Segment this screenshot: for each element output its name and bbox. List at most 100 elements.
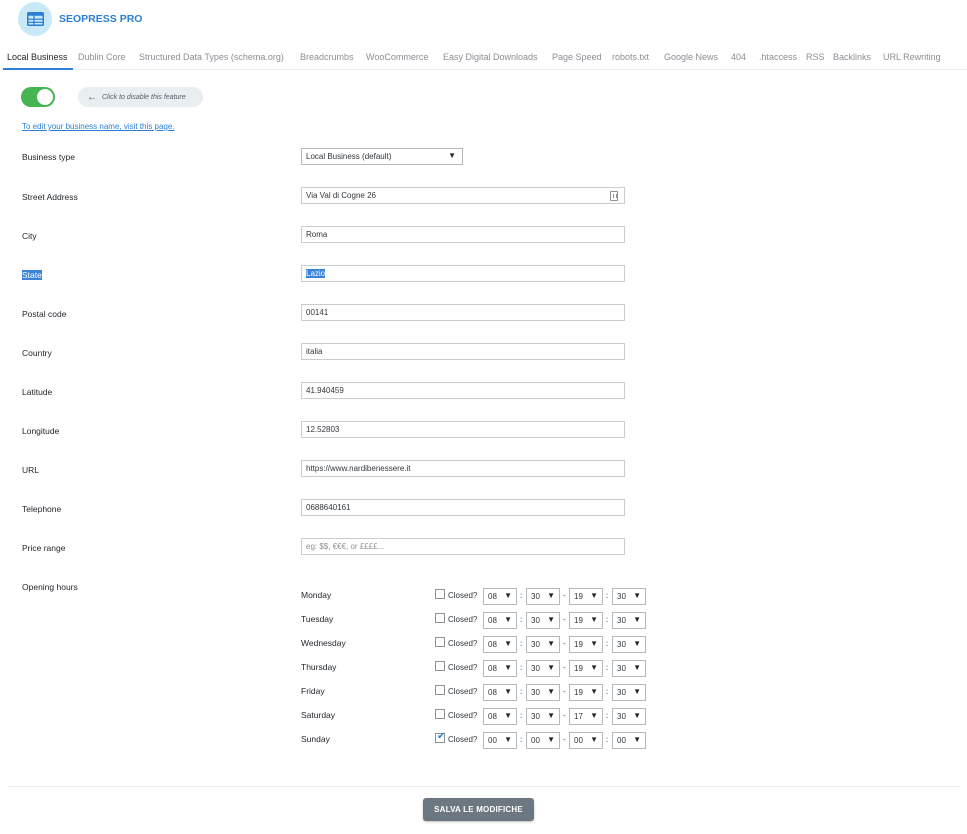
open-minute-select[interactable]: 30 ▼ (526, 684, 560, 701)
tab-404[interactable]: 404 (731, 52, 746, 62)
close-hour-select[interactable]: 19 ▼ (569, 588, 603, 605)
tab-url-rewriting[interactable]: URL Rewriting (883, 52, 941, 62)
close-minute-select[interactable]: 30 ▼ (612, 708, 646, 725)
country-input[interactable]: italia (301, 343, 625, 360)
open-hour-select[interactable]: 00 ▼ (483, 732, 517, 749)
postal-code-input[interactable]: 00141 (301, 304, 625, 321)
open-minute-select[interactable]: 30 ▼ (526, 636, 560, 653)
latitude-value: 41.940459 (306, 386, 344, 395)
range-dash: - (563, 687, 566, 696)
close-minute-select[interactable]: 30 ▼ (612, 588, 646, 605)
tab-page-speed[interactable]: Page Speed (552, 52, 602, 62)
time-value: 08 (488, 616, 497, 625)
tab-local-business[interactable]: Local Business (7, 52, 68, 62)
disable-hint-text: Click to disable this feature (102, 93, 186, 101)
close-minute-select[interactable]: 30 ▼ (612, 612, 646, 629)
closed-checkbox[interactable] (435, 589, 445, 599)
closed-checkbox[interactable] (435, 685, 445, 695)
latitude-input[interactable]: 41.940459 (301, 382, 625, 399)
caret-down-icon: ▼ (590, 735, 598, 744)
close-hour-select[interactable]: 17 ▼ (569, 708, 603, 725)
url-input[interactable]: https://www.nardibenessere.it (301, 460, 625, 477)
save-changes-button[interactable]: SALVA LE MODIFICHE (423, 798, 534, 821)
close-hour-select[interactable]: 19 ▼ (569, 612, 603, 629)
open-minute-select[interactable]: 30 ▼ (526, 588, 560, 605)
feature-toggle[interactable] (21, 87, 55, 107)
open-minute-select[interactable]: 30 ▼ (526, 612, 560, 629)
closed-checkbox[interactable] (435, 709, 445, 719)
time-separator: : (606, 639, 609, 648)
close-minute-select[interactable]: 00 ▼ (612, 732, 646, 749)
close-hour-select[interactable]: 00 ▼ (569, 732, 603, 749)
tab-breadcrumbs[interactable]: Breadcrumbs (300, 52, 354, 62)
open-hour-select[interactable]: 08 ▼ (483, 636, 517, 653)
time-value: 19 (574, 640, 583, 649)
state-input[interactable]: Lazio (301, 265, 625, 282)
open-minute-select[interactable]: 00 ▼ (526, 732, 560, 749)
business-type-select[interactable]: Local Business (default) ▼ (301, 148, 463, 165)
day-label: Friday (301, 686, 325, 696)
time-separator: : (520, 591, 523, 600)
closed-label: Closed? (448, 615, 478, 624)
closed-checkbox[interactable] (435, 661, 445, 671)
closed-checkbox[interactable] (435, 613, 445, 623)
tab-htaccess[interactable]: .htaccess (759, 52, 797, 62)
caret-down-icon: ▼ (547, 735, 555, 744)
closed-checkbox[interactable]: ✔ (435, 731, 445, 743)
telephone-input[interactable]: 0688640161 (301, 499, 625, 516)
time-value: 00 (488, 736, 497, 745)
time-separator: : (520, 663, 523, 672)
close-hour-select[interactable]: 19 ▼ (569, 684, 603, 701)
tab-rss[interactable]: RSS (806, 52, 825, 62)
tab-structured-data-types[interactable]: Structured Data Types (schema.org) (139, 52, 284, 62)
open-hour-select[interactable]: 08 ▼ (483, 660, 517, 677)
open-minute-select[interactable]: 30 ▼ (526, 708, 560, 725)
city-input[interactable]: Roma (301, 226, 625, 243)
city-value: Roma (306, 230, 328, 239)
close-minute-select[interactable]: 30 ▼ (612, 636, 646, 653)
edit-business-name-link[interactable]: To edit your business name, visit this p… (22, 122, 175, 131)
close-hour-select[interactable]: 19 ▼ (569, 660, 603, 677)
street-address-input[interactable]: Via Val di Cogne 26 (301, 187, 625, 204)
range-dash: - (563, 615, 566, 624)
close-minute-select[interactable]: 30 ▼ (612, 660, 646, 677)
closed-checkbox[interactable] (435, 637, 445, 647)
time-value: 30 (531, 616, 540, 625)
active-tab-indicator (3, 68, 73, 70)
price-range-input[interactable]: eg: $$, €€€, or ££££... (301, 538, 625, 555)
caret-down-icon: ▼ (504, 663, 512, 672)
open-hour-select[interactable]: 08 ▼ (483, 684, 517, 701)
closed-label: Closed? (448, 663, 478, 672)
feature-tabs: Local Business Dublin Core Structured Da… (0, 44, 967, 70)
closed-label: Closed? (448, 711, 478, 720)
tab-easy-digital-downloads[interactable]: Easy Digital Downloads (443, 52, 538, 62)
open-hour-select[interactable]: 08 ▼ (483, 588, 517, 605)
street-address-value: Via Val di Cogne 26 (306, 191, 376, 200)
tab-woocommerce[interactable]: WooCommerce (366, 52, 428, 62)
tab-google-news[interactable]: Google News (664, 52, 718, 62)
open-hour-select[interactable]: 08 ▼ (483, 612, 517, 629)
caret-down-icon: ▼ (633, 639, 641, 648)
tab-dublin-core[interactable]: Dublin Core (78, 52, 126, 62)
close-minute-select[interactable]: 30 ▼ (612, 684, 646, 701)
time-value: 08 (488, 640, 497, 649)
open-minute-select[interactable]: 30 ▼ (526, 660, 560, 677)
caret-down-icon: ▼ (633, 615, 641, 624)
day-label: Tuesday (301, 614, 334, 624)
url-label: URL (22, 465, 40, 475)
business-type-value: Local Business (default) (306, 152, 392, 161)
time-value: 17 (574, 712, 583, 721)
longitude-input[interactable]: 12.52803 (301, 421, 625, 438)
table-grid-icon (18, 2, 52, 36)
autofill-icon[interactable] (610, 191, 618, 201)
tab-backlinks[interactable]: Backlinks (833, 52, 871, 62)
time-value: 08 (488, 592, 497, 601)
day-label: Monday (301, 590, 332, 600)
tab-robots-txt[interactable]: robots.txt (612, 52, 649, 62)
time-separator: : (520, 711, 523, 720)
time-value: 30 (617, 688, 626, 697)
close-hour-select[interactable]: 19 ▼ (569, 636, 603, 653)
price-range-placeholder: eg: $$, €€€, or ££££... (306, 542, 385, 551)
time-value: 00 (574, 736, 583, 745)
open-hour-select[interactable]: 08 ▼ (483, 708, 517, 725)
